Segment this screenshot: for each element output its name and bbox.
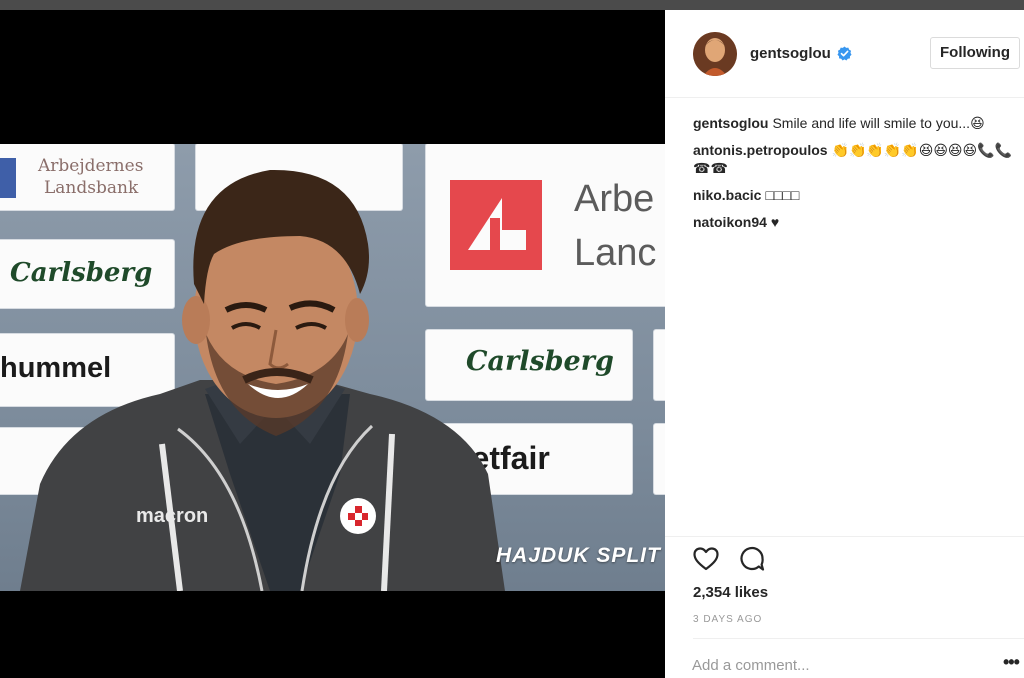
comment-username[interactable]: niko.bacic (693, 187, 761, 203)
comment-username[interactable]: natoikon94 (693, 214, 767, 230)
avatar-image (693, 32, 737, 76)
divider (665, 536, 1024, 537)
heart-outline-icon[interactable] (692, 545, 720, 573)
list-item: niko.bacic □□□□ (693, 186, 1023, 204)
list-item: antonis.petropoulos 👏👏👏👏👏😆😆😆😆📞📞☎☎ (693, 141, 1023, 177)
likes-count[interactable]: 2,354 likes (693, 584, 768, 601)
post-username[interactable]: gentsoglou (750, 45, 831, 62)
comment-text: Smile and life will smile to you...😆 (772, 115, 985, 131)
comment-bubble-icon[interactable] (738, 545, 766, 573)
verified-badge-icon (837, 46, 852, 61)
post-timestamp[interactable]: 3 DAYS AGO (693, 614, 762, 625)
following-button[interactable]: Following (930, 37, 1020, 69)
jersey-brand-text: macron (136, 505, 208, 527)
add-comment-input[interactable] (692, 653, 982, 677)
browser-top-strip (0, 0, 1024, 10)
caption-comment: gentsoglou Smile and life will smile to y… (693, 114, 1023, 132)
post-sidebar: gentsoglou Following gentsoglou Smile and… (665, 10, 1024, 678)
overlay-caption: HAJDUK SPLIT (496, 544, 661, 567)
post-header: gentsoglou Following (665, 10, 1024, 98)
comments-list: gentsoglou Smile and life will smile to y… (693, 114, 1023, 240)
video-frame: Arbejdernes Landsbank Carlsberg hummel A… (0, 144, 665, 591)
avatar[interactable] (693, 32, 737, 76)
comment-text: ♥ (770, 214, 780, 230)
comment-username[interactable]: antonis.petropoulos (693, 142, 828, 158)
divider (693, 638, 1024, 639)
list-item: natoikon94 ♥ (693, 213, 1023, 231)
post-media[interactable]: Arbejdernes Landsbank Carlsberg hummel A… (0, 10, 665, 678)
comment-text: □□□□ (765, 187, 800, 203)
more-options-icon[interactable]: ••• (1003, 652, 1020, 673)
person-illustration: macron (20, 169, 505, 591)
comment-username[interactable]: gentsoglou (693, 115, 768, 131)
